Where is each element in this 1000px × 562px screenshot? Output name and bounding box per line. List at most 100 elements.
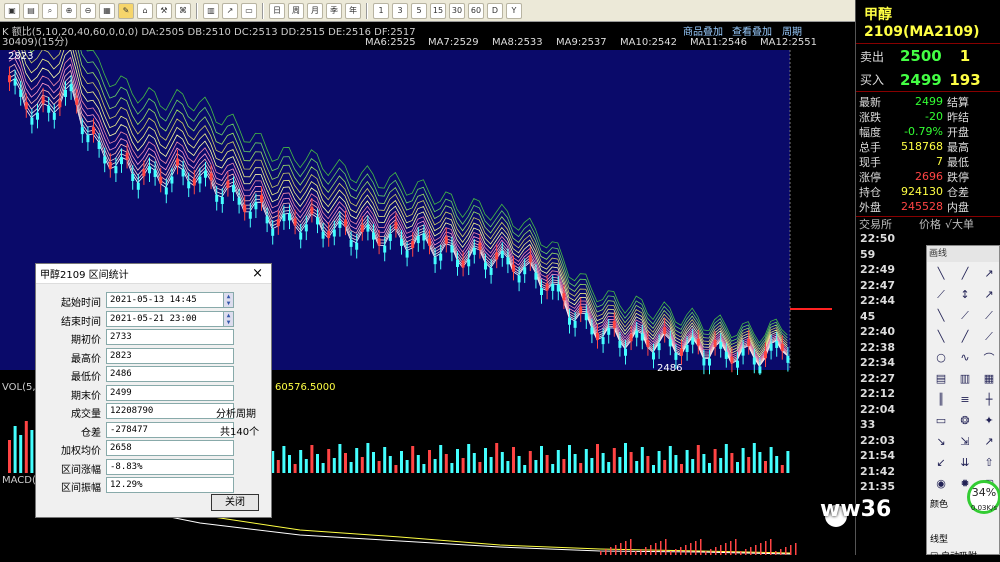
draw-tool-icon[interactable]: ▤ bbox=[930, 369, 952, 388]
draw-tool-icon[interactable]: ⟋ bbox=[978, 306, 1000, 325]
candle bbox=[534, 272, 538, 280]
candle bbox=[573, 320, 577, 328]
draw-tool-icon[interactable]: ⇊ bbox=[954, 453, 976, 472]
quote-key: 涨停 bbox=[859, 170, 881, 184]
draw-tool-icon[interactable]: ↕ bbox=[954, 285, 976, 304]
draw-tool-icon[interactable]: ⟋ bbox=[978, 327, 1000, 346]
period-30[interactable]: 30 bbox=[449, 2, 465, 19]
period-d[interactable]: D bbox=[487, 2, 503, 19]
draw-tool-icon[interactable]: ╲ bbox=[930, 327, 952, 346]
spin-icon[interactable]: ▲ ▼ bbox=[223, 293, 233, 307]
draw-tool-icon[interactable]: ≡ bbox=[954, 390, 976, 409]
period-15[interactable]: 15 bbox=[430, 2, 446, 19]
draw-tool-icon[interactable]: ⇧ bbox=[978, 453, 1000, 472]
trade-time: 59 bbox=[860, 247, 876, 261]
draw-tool-icon[interactable]: ↘ bbox=[930, 432, 952, 451]
trade-time: 22:04 bbox=[860, 402, 896, 416]
candle bbox=[730, 356, 734, 364]
range-stats-dialog: 甲醇2109 区间统计 × 起始时间 2021-05-13 14:45 ▲ ▼ 结束时间… bbox=[35, 263, 272, 518]
macd-bar bbox=[670, 551, 672, 555]
candle bbox=[713, 339, 717, 347]
volume-bar bbox=[456, 449, 459, 473]
auto-snap-checkbox[interactable]: ☑ 自动吸附 bbox=[927, 549, 999, 562]
ma-label: MA11:2546 bbox=[690, 37, 748, 48]
tool-icon[interactable]: ⚒ bbox=[156, 2, 172, 19]
draw-tool-icon[interactable]: ╲ bbox=[930, 264, 952, 283]
draw-tool-icon[interactable]: ↗ bbox=[978, 285, 1000, 304]
volume-bar bbox=[713, 449, 717, 473]
volume-bar bbox=[584, 449, 588, 473]
period-month[interactable]: 月 bbox=[307, 2, 323, 19]
macd-bar bbox=[795, 543, 797, 555]
period-1[interactable]: 1 bbox=[373, 2, 389, 19]
volume-bar bbox=[758, 452, 762, 473]
period-year[interactable]: 年 bbox=[345, 2, 361, 19]
stat-field[interactable]: 2021-05-13 14:45 ▲ ▼ bbox=[106, 292, 234, 308]
draw-tool-icon[interactable]: ◉ bbox=[930, 474, 952, 493]
folder-icon[interactable]: ▣ bbox=[4, 2, 20, 19]
candle bbox=[52, 112, 56, 120]
draw-tool-icon[interactable]: ⇲ bbox=[954, 432, 976, 451]
macd-bar bbox=[715, 547, 717, 555]
period-label: 分析周期 bbox=[216, 409, 256, 420]
stat-value: 2021-05-13 14:45 bbox=[110, 295, 197, 305]
draw-tool-icon[interactable]: ╱ bbox=[954, 264, 976, 283]
draw-tool-icon[interactable]: ║ bbox=[930, 390, 952, 409]
macd-bar bbox=[695, 541, 697, 555]
close-icon[interactable]: × bbox=[252, 266, 263, 281]
quote-value: -0.79% bbox=[904, 125, 943, 138]
candle bbox=[86, 135, 90, 143]
macd-bar bbox=[680, 547, 682, 555]
draw-tool-icon[interactable]: ○ bbox=[930, 348, 952, 367]
draw-tool-icon[interactable]: ↗ bbox=[978, 432, 1000, 451]
draw-tool-icon[interactable]: ∿ bbox=[954, 348, 976, 367]
draw-tool-icon[interactable]: ▦ bbox=[978, 369, 1000, 388]
draw-tool-icon[interactable]: ↗ bbox=[978, 264, 1000, 283]
draw-tool-icon[interactable]: ⌒ bbox=[978, 348, 1000, 367]
candle bbox=[58, 100, 62, 108]
draw-tool-icon[interactable]: ⟋ bbox=[954, 306, 976, 325]
brush-icon[interactable]: ⌂ bbox=[137, 2, 153, 19]
draw-tool-icon[interactable]: ↙ bbox=[930, 453, 952, 472]
volume-bar bbox=[13, 426, 17, 473]
period-3[interactable]: 3 bbox=[392, 2, 408, 19]
period-quarter[interactable]: 季 bbox=[326, 2, 342, 19]
pen-icon[interactable]: ✎ bbox=[118, 2, 134, 19]
candle bbox=[187, 181, 191, 189]
period-60[interactable]: 60 bbox=[468, 2, 484, 19]
volume-bar bbox=[489, 457, 493, 473]
draw-tool-icon[interactable]: ✦ bbox=[978, 411, 1000, 430]
search-icon[interactable]: ⌕ bbox=[42, 2, 58, 19]
volume-bar bbox=[663, 460, 667, 473]
zoom-out-icon[interactable]: ⊖ bbox=[80, 2, 96, 19]
draw-tool-icon[interactable]: ❂ bbox=[954, 411, 976, 430]
draw-tool-icon[interactable]: ▭ bbox=[930, 411, 952, 430]
stat-label: 起始时间 bbox=[61, 298, 101, 309]
clear-icon[interactable]: ▭ bbox=[241, 2, 257, 19]
spin-icon[interactable]: ▲ ▼ bbox=[223, 311, 233, 326]
draw-tool-icon[interactable]: ▥ bbox=[954, 369, 976, 388]
draw-tool-icon[interactable]: ╲ bbox=[930, 306, 952, 325]
candle bbox=[176, 158, 179, 166]
candle bbox=[422, 233, 426, 241]
period-5[interactable]: 5 bbox=[411, 2, 427, 19]
volume-bar bbox=[293, 464, 297, 473]
close-button[interactable]: 关闭 bbox=[211, 494, 259, 511]
trade-time: 22:47 bbox=[860, 278, 896, 292]
stat-field: -8.83% bbox=[106, 458, 234, 475]
crop-icon[interactable]: ▦ bbox=[99, 2, 115, 19]
save-icon[interactable]: ▤ bbox=[23, 2, 39, 19]
filter-icon[interactable]: ⌘ bbox=[175, 2, 191, 19]
period-y[interactable]: Y bbox=[506, 2, 522, 19]
period-week[interactable]: 周 bbox=[288, 2, 304, 19]
chart-icon[interactable]: ↗ bbox=[222, 2, 238, 19]
trade-time: 22:50 bbox=[860, 232, 896, 246]
period-day[interactable]: 日 bbox=[269, 2, 285, 19]
stat-field[interactable]: 2021-05-21 23:00 ▲ ▼ bbox=[106, 310, 234, 327]
draw-tool-icon[interactable]: ┼ bbox=[978, 390, 1000, 409]
draw-tool-icon[interactable]: ╱ bbox=[954, 327, 976, 346]
macd-bar bbox=[730, 541, 732, 555]
zoom-in-icon[interactable]: ⊕ bbox=[61, 2, 77, 19]
draw-tool-icon[interactable]: ⟋ bbox=[930, 285, 952, 304]
grid-icon[interactable]: ▥ bbox=[203, 2, 219, 19]
